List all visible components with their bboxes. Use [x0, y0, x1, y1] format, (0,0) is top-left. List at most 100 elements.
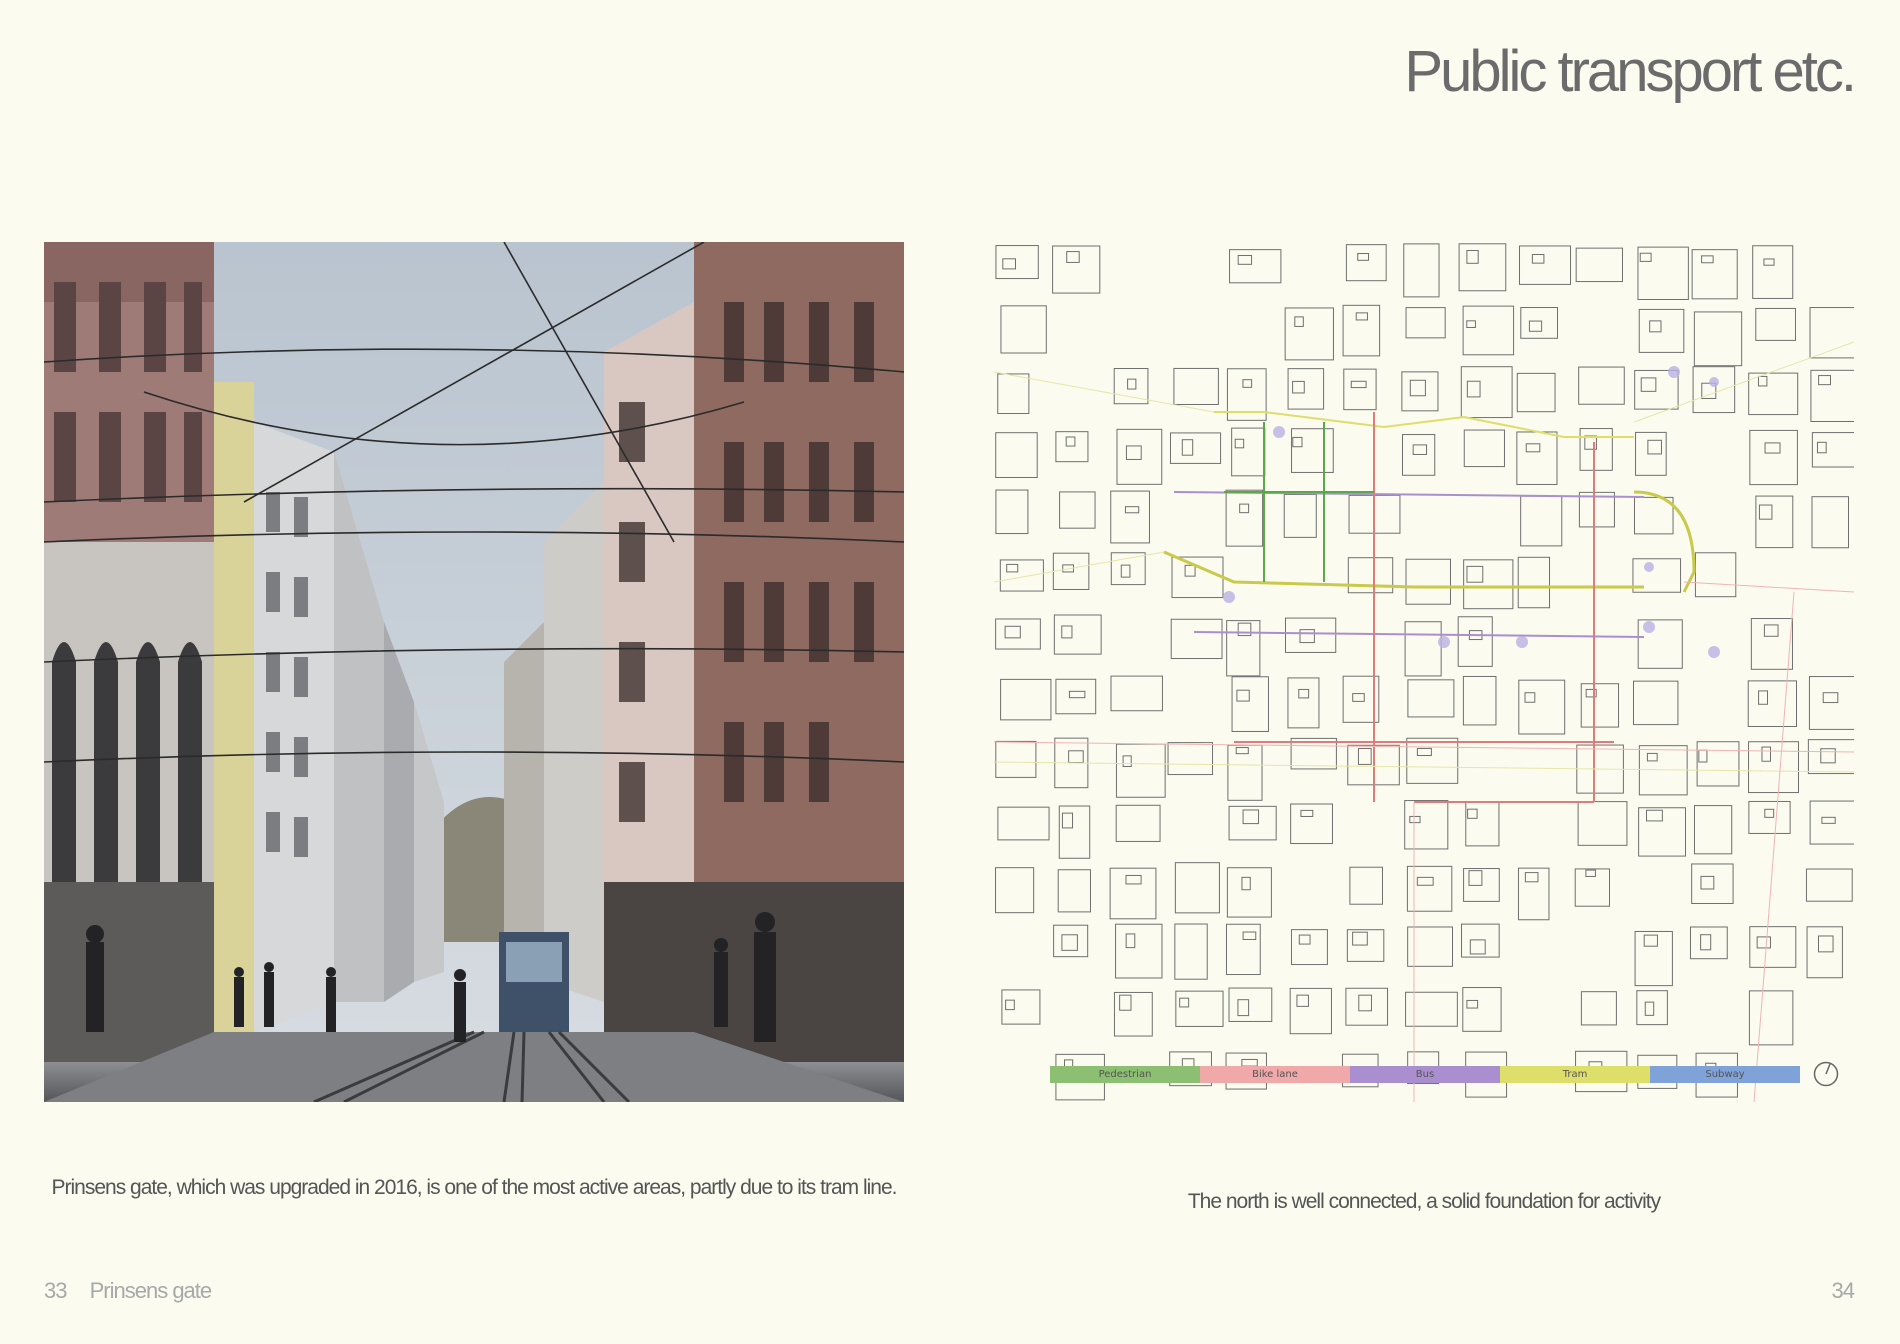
map-block — [1113, 368, 1149, 405]
map-block — [1055, 678, 1097, 715]
street-photo — [44, 242, 904, 1102]
legend-tram: Tram — [1500, 1066, 1650, 1083]
map-building — [1698, 749, 1708, 763]
map-building — [1061, 625, 1073, 639]
map-block — [1748, 372, 1799, 416]
map-building — [1409, 379, 1426, 397]
map-block — [1170, 618, 1223, 660]
map-block — [1116, 428, 1163, 485]
map-building — [1124, 506, 1140, 514]
map-block — [1058, 805, 1091, 859]
map-block — [1516, 372, 1556, 413]
map-block — [1750, 618, 1793, 670]
photo-caption: Prinsens gate, which was upgraded in 201… — [51, 1176, 897, 1199]
map-building — [1061, 934, 1078, 951]
map-building — [1350, 380, 1367, 389]
map-building — [1237, 999, 1250, 1017]
map-block — [1517, 867, 1550, 921]
map-block — [1752, 245, 1794, 299]
map-block — [1055, 431, 1089, 463]
map-block — [1805, 868, 1853, 902]
map-building — [1466, 320, 1476, 328]
map-block — [1175, 990, 1224, 1027]
north-arrow-icon — [1813, 1061, 1839, 1087]
map-block — [1173, 367, 1219, 405]
map-block — [1110, 552, 1146, 586]
map-building — [1821, 816, 1836, 824]
map-building — [1357, 253, 1370, 261]
map-building — [1409, 815, 1421, 824]
map-building — [1002, 258, 1017, 270]
map-block — [1000, 305, 1047, 354]
map-building — [1756, 936, 1771, 949]
map-building — [1125, 874, 1142, 885]
map-building — [1468, 870, 1483, 886]
map-block — [1001, 989, 1041, 1025]
map-building — [1236, 689, 1250, 702]
map-block — [1638, 308, 1685, 353]
section-name: Prinsens gate — [89, 1278, 213, 1303]
map-block — [1574, 868, 1610, 907]
map-block — [1691, 863, 1734, 905]
map-building — [1298, 688, 1310, 699]
map-block — [1059, 491, 1096, 529]
map-building — [1299, 629, 1315, 644]
map-block — [1283, 494, 1317, 538]
map-block — [1692, 366, 1736, 414]
map-block — [1694, 552, 1737, 598]
map-building — [1242, 809, 1260, 825]
map-block — [1810, 369, 1854, 422]
map-building — [1005, 999, 1015, 1011]
map-block — [1457, 616, 1493, 667]
map-block — [1637, 246, 1689, 300]
map-building — [1300, 809, 1314, 817]
map-building — [1122, 755, 1132, 767]
map-block — [1401, 371, 1439, 412]
map-block — [1462, 305, 1515, 356]
map-building — [1358, 994, 1372, 1012]
map-block — [1807, 739, 1854, 775]
map-building — [1528, 320, 1543, 332]
map-block — [1226, 867, 1272, 918]
map-building — [1292, 436, 1303, 448]
map-block — [1517, 556, 1551, 609]
map-block — [1404, 621, 1442, 677]
map-building — [1355, 312, 1368, 321]
map-building — [1237, 622, 1252, 637]
map-block — [1520, 495, 1563, 547]
map-block — [1633, 496, 1674, 535]
map-block — [1228, 987, 1273, 1022]
map-building — [1466, 999, 1479, 1009]
page-number-right: 34 — [1831, 1278, 1856, 1303]
map-building — [1125, 445, 1142, 460]
map-block — [1345, 244, 1387, 282]
map-building — [1700, 934, 1712, 951]
map-block — [1115, 743, 1166, 798]
map-building — [1352, 693, 1365, 702]
map-building — [1235, 747, 1249, 755]
map-building — [1700, 875, 1715, 890]
map-building — [1763, 258, 1775, 266]
map-building — [1818, 375, 1831, 386]
map-building — [1416, 876, 1434, 886]
map-block — [1000, 678, 1052, 721]
map-block — [1749, 429, 1798, 486]
map-building — [1416, 747, 1432, 757]
map-block — [1516, 431, 1558, 485]
map-block — [1057, 869, 1091, 913]
map-building — [1127, 378, 1137, 390]
map-building — [1640, 377, 1657, 392]
footer-left: 33 Prinsens gate — [44, 1278, 213, 1304]
map-block — [1225, 489, 1264, 547]
map-block — [1284, 617, 1337, 653]
map-building — [1068, 750, 1084, 763]
map-block — [1811, 496, 1850, 549]
map-building — [1645, 809, 1663, 822]
map-block — [1460, 366, 1513, 419]
map-block — [1632, 680, 1679, 726]
map-building — [1294, 316, 1304, 327]
map-building — [1639, 252, 1652, 262]
map-building — [1761, 746, 1771, 762]
map-block — [995, 740, 1037, 778]
map-block — [1053, 924, 1089, 958]
